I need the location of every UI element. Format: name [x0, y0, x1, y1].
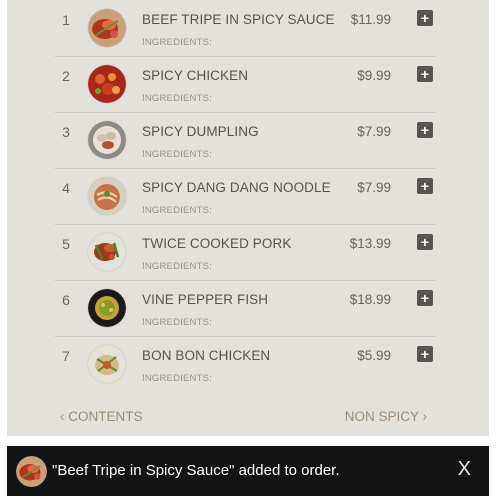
dish-name: SPICY DANG DANG NOODLE	[142, 180, 331, 195]
dish-thumbnail-twice-cooked-pork	[88, 233, 126, 271]
dish-price: $7.99	[357, 124, 391, 139]
toast-message: "Beef Tripe in Spicy Sauce" added to ord…	[52, 462, 340, 479]
add-to-order-button[interactable]: +	[417, 234, 433, 250]
item-number: 1	[62, 12, 70, 28]
dish-thumbnail-vine-pepper-fish	[88, 289, 126, 327]
ingredients-label: INGREDIENTS:	[142, 93, 212, 104]
dish-price: $9.99	[357, 68, 391, 83]
dish-name: SPICY DUMPLING	[142, 124, 259, 139]
dish-thumbnail-bon-bon-chicken	[88, 345, 126, 383]
plus-icon: +	[420, 122, 430, 138]
dish-price: $11.99	[350, 12, 391, 27]
ingredients-label: INGREDIENTS:	[142, 317, 212, 328]
dish-thumbnail-beef-tripe	[88, 9, 126, 47]
plus-icon: +	[420, 10, 430, 26]
dish-name: BEEF TRIPE IN SPICY SAUCE	[142, 12, 335, 27]
menu-item-beef-tripe: 1 BEEF TRIPE IN SPICY SAUCE INGREDIENTS:…	[55, 0, 435, 57]
item-number: 3	[62, 124, 70, 140]
contents-link[interactable]: ‹ CONTENTS	[60, 409, 143, 424]
add-to-order-button[interactable]: +	[417, 10, 433, 26]
item-number: 2	[62, 68, 70, 84]
dish-price: $7.99	[357, 180, 391, 195]
menu-item-spicy-dumpling: 3 SPICY DUMPLING INGREDIENTS: $7.99 +	[55, 112, 435, 169]
ingredients-label: INGREDIENTS:	[142, 373, 212, 384]
add-to-order-button[interactable]: +	[417, 66, 433, 82]
menu-panel: 1 BEEF TRIPE IN SPICY SAUCE INGREDIENTS:…	[7, 0, 489, 436]
close-icon[interactable]: X	[458, 458, 471, 481]
dish-price: $18.99	[349, 292, 391, 307]
plus-icon: +	[420, 178, 430, 194]
toast-dish-thumbnail	[16, 456, 47, 487]
plus-icon: +	[420, 346, 430, 362]
item-number: 7	[62, 348, 70, 364]
dish-price: $13.99	[349, 236, 391, 251]
plus-icon: +	[420, 66, 430, 82]
ingredients-label: INGREDIENTS:	[142, 149, 212, 160]
dish-name: VINE PEPPER FISH	[142, 292, 269, 307]
dish-thumbnail-dang-dang-noodle	[88, 177, 126, 215]
dish-thumbnail-spicy-dumpling	[88, 121, 126, 159]
add-to-order-button[interactable]: +	[417, 290, 433, 306]
add-to-order-button[interactable]: +	[417, 122, 433, 138]
dish-name: TWICE COOKED PORK	[142, 236, 292, 251]
plus-icon: +	[420, 290, 430, 306]
dish-name: SPICY CHICKEN	[142, 68, 249, 83]
item-number: 6	[62, 292, 70, 308]
menu-item-dang-dang-noodle: 4 SPICY DANG DANG NOODLE INGREDIENTS: $7…	[55, 168, 435, 225]
add-to-order-button[interactable]: +	[417, 346, 433, 362]
item-number: 5	[62, 236, 70, 252]
menu-item-bon-bon-chicken: 7 BON BON CHICKEN INGREDIENTS: $5.99 +	[55, 336, 435, 392]
dish-price: $5.99	[357, 348, 391, 363]
ingredients-label: INGREDIENTS:	[142, 37, 212, 48]
order-notification: "Beef Tripe in Spicy Sauce" added to ord…	[7, 446, 489, 496]
non-spicy-link[interactable]: NON SPICY ›	[345, 409, 427, 424]
menu-item-spicy-chicken: 2 SPICY CHICKEN INGREDIENTS: $9.99 +	[55, 56, 435, 113]
dish-name: BON BON CHICKEN	[142, 348, 271, 363]
menu-item-twice-cooked-pork: 5 TWICE COOKED PORK INGREDIENTS: $13.99 …	[55, 224, 435, 281]
plus-icon: +	[420, 234, 430, 250]
menu-item-vine-pepper-fish: 6 VINE PEPPER FISH INGREDIENTS: $18.99 +	[55, 280, 435, 337]
ingredients-label: INGREDIENTS:	[142, 261, 212, 272]
ingredients-label: INGREDIENTS:	[142, 205, 212, 216]
add-to-order-button[interactable]: +	[417, 178, 433, 194]
dish-thumbnail-spicy-chicken	[88, 65, 126, 103]
item-number: 4	[62, 180, 70, 196]
